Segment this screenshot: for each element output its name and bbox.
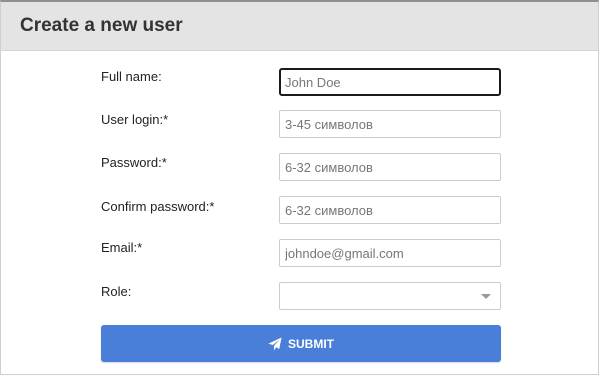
role-label: Role: <box>101 284 132 299</box>
dialog-header: Create a new user <box>1 2 598 51</box>
submit-label: SUBMIT <box>288 336 334 351</box>
confirm-password-row: Confirm password:* <box>1 196 600 226</box>
full-name-row: Full name: <box>1 68 600 98</box>
submit-button[interactable]: SUBMIT <box>101 325 501 362</box>
full-name-input[interactable] <box>279 68 501 96</box>
chevron-down-icon <box>481 294 491 299</box>
confirm-password-input[interactable] <box>279 196 501 224</box>
dialog-title: Create a new user <box>20 15 183 36</box>
password-input[interactable] <box>279 153 501 181</box>
email-input[interactable] <box>279 239 501 267</box>
user-login-input[interactable] <box>279 110 501 138</box>
paper-plane-icon <box>268 336 282 351</box>
email-row: Email:* <box>1 239 600 269</box>
role-row: Role: <box>1 282 600 312</box>
role-select[interactable] <box>279 282 501 310</box>
password-row: Password:* <box>1 153 600 183</box>
user-login-label: User login:* <box>101 112 169 127</box>
create-user-dialog: Create a new user Full name: User login:… <box>0 0 599 375</box>
confirm-password-label: Confirm password:* <box>101 199 215 214</box>
password-label: Password:* <box>101 155 167 170</box>
user-login-row: User login:* <box>1 110 600 140</box>
full-name-label: Full name: <box>101 69 162 84</box>
email-label: Email:* <box>101 240 143 255</box>
